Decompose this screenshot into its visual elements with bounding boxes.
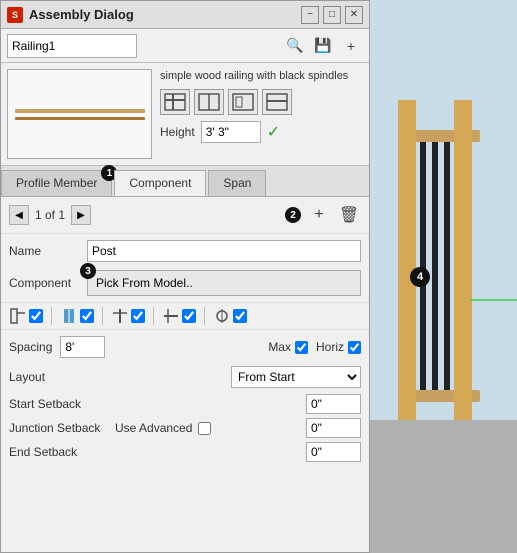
layout-select[interactable]: From Start Centered From End xyxy=(231,366,361,388)
preview-image xyxy=(7,69,152,159)
placement-icon-5[interactable] xyxy=(213,307,231,325)
use-advanced-checkbox[interactable] xyxy=(198,422,211,435)
badge-4: 4 xyxy=(410,267,430,287)
preview-area: simple wood railing with black spindles … xyxy=(1,63,369,166)
height-input[interactable] xyxy=(201,121,261,143)
tabs-row: Profile Member 1 Component Span xyxy=(1,166,369,197)
checkbox-1[interactable] xyxy=(29,309,43,323)
assembly-dialog: S Assembly Dialog − □ ✕ 🔍 💾 + simple woo… xyxy=(0,0,370,553)
separator-3 xyxy=(153,307,154,325)
spacing-label: Spacing xyxy=(9,340,52,354)
app-icon: S xyxy=(7,7,23,23)
toolbar-icons: 🔍 💾 + xyxy=(283,34,363,58)
start-setback-input[interactable] xyxy=(306,394,361,414)
close-button[interactable]: ✕ xyxy=(345,6,363,24)
spacing-row: Spacing Max Horiz xyxy=(1,330,369,364)
nav-right: 2 + 🗑 xyxy=(285,203,361,227)
height-label: Height xyxy=(160,125,195,139)
horiz-checkbox[interactable] xyxy=(348,341,361,354)
junction-setback-row: Junction Setback Use Advanced xyxy=(9,418,361,438)
start-setback-label: Start Setback xyxy=(9,397,109,411)
save-button[interactable]: 💾 xyxy=(311,34,335,58)
component-label: Component xyxy=(9,276,79,290)
end-setback-input[interactable] xyxy=(306,442,361,462)
window-controls: − □ ✕ xyxy=(301,6,363,24)
name-label: Name xyxy=(9,244,79,258)
description-text: simple wood railing with black spindles xyxy=(160,69,363,83)
start-setback-row: Start Setback xyxy=(9,394,361,414)
tab-profile-member[interactable]: Profile Member 1 xyxy=(1,170,112,196)
name-row: Name xyxy=(9,240,361,262)
nav-next-button[interactable]: ▶ xyxy=(71,205,91,225)
junction-setback-label: Junction Setback xyxy=(9,421,109,435)
checkbox-5[interactable] xyxy=(233,309,247,323)
tab-span[interactable]: Span xyxy=(208,170,266,196)
max-checkbox[interactable] xyxy=(295,341,308,354)
preview-right: simple wood railing with black spindles … xyxy=(160,69,363,159)
minimize-button[interactable]: − xyxy=(301,6,319,24)
use-advanced-label: Use Advanced xyxy=(115,421,192,435)
style-icon-2[interactable] xyxy=(194,89,224,115)
placement-icon-3[interactable] xyxy=(111,307,129,325)
badge-2: 2 xyxy=(285,207,301,223)
dialog-title: Assembly Dialog xyxy=(29,7,295,22)
horiz-check-label: Horiz xyxy=(316,340,361,354)
use-advanced-group: Use Advanced xyxy=(115,421,300,435)
separator-4 xyxy=(204,307,205,325)
add-component-button[interactable]: + xyxy=(307,203,331,227)
add-button[interactable]: + xyxy=(339,34,363,58)
railing-svg xyxy=(15,99,145,129)
icon-group-2 xyxy=(60,307,94,325)
assembly-name-input[interactable] xyxy=(7,34,137,58)
maximize-button[interactable]: □ xyxy=(323,6,341,24)
spacing-input[interactable] xyxy=(60,336,105,358)
height-confirm-icon[interactable]: ✓ xyxy=(267,122,280,142)
scene-svg xyxy=(370,0,517,553)
checkbox-4[interactable] xyxy=(182,309,196,323)
icon-group-3 xyxy=(111,307,145,325)
layout-label: Layout xyxy=(9,370,59,384)
title-bar: S Assembly Dialog − □ ✕ xyxy=(1,1,369,29)
tab-component[interactable]: Component xyxy=(114,170,206,196)
style-icons-row xyxy=(160,89,363,115)
placement-icon-2[interactable] xyxy=(60,307,78,325)
3d-scene: 4 xyxy=(370,0,517,553)
nav-row: ◀ 1 of 1 ▶ 2 + 🗑 xyxy=(1,197,369,234)
placement-icon-1[interactable] xyxy=(9,307,27,325)
setback-section: Start Setback Junction Setback Use Advan… xyxy=(1,390,369,466)
main-toolbar: 🔍 💾 + xyxy=(1,29,369,63)
height-row: Height ✓ xyxy=(160,121,363,143)
delete-component-button[interactable]: 🗑 xyxy=(337,203,361,227)
separator-1 xyxy=(51,307,52,325)
component-row: Component 3 Pick From Model.. xyxy=(9,270,361,296)
placement-icon-4[interactable] xyxy=(162,307,180,325)
checkbox-3[interactable] xyxy=(131,309,145,323)
nav-page-text: 1 of 1 xyxy=(35,208,65,222)
name-field[interactable] xyxy=(87,240,361,262)
search-button[interactable]: 🔍 xyxy=(283,34,307,58)
separator-2 xyxy=(102,307,103,325)
junction-setback-input[interactable] xyxy=(306,418,361,438)
layout-row: Layout From Start Centered From End xyxy=(1,364,369,390)
icon-group-1 xyxy=(9,307,43,325)
form-section: Name Component 3 Pick From Model.. xyxy=(1,234,369,302)
checkbox-2[interactable] xyxy=(80,309,94,323)
end-setback-label: End Setback xyxy=(9,445,109,459)
nav-prev-button[interactable]: ◀ xyxy=(9,205,29,225)
badge-3: 3 xyxy=(80,263,96,279)
component-icons-toolbar xyxy=(1,302,369,330)
pick-from-model-button[interactable]: 3 Pick From Model.. xyxy=(87,270,361,296)
style-icon-3[interactable] xyxy=(228,89,258,115)
style-icon-1[interactable] xyxy=(160,89,190,115)
icon-group-4 xyxy=(162,307,196,325)
max-check-label: Max xyxy=(268,340,308,354)
icon-group-5 xyxy=(213,307,247,325)
style-icon-4[interactable] xyxy=(262,89,292,115)
end-setback-row: End Setback xyxy=(9,442,361,462)
